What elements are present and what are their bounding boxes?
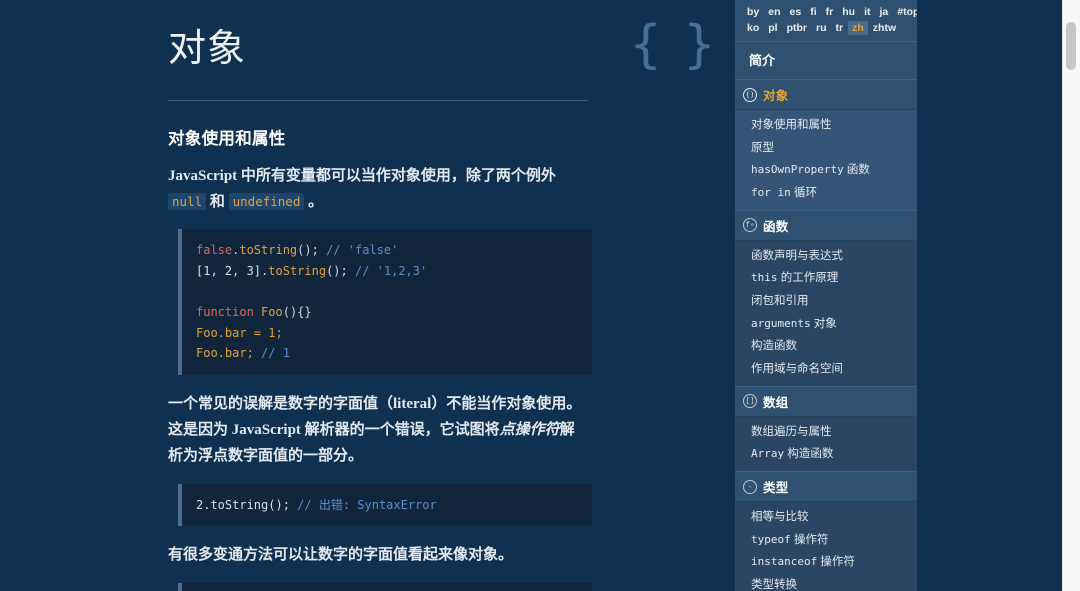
sidebar-item-code-token: Array (751, 447, 784, 460)
code1-l2-comment: // '1,2,3' (355, 264, 427, 278)
sidebar-item-group-1: 函数声明与表达式this 的工作原理闭包和引用arguments 对象构造函数作… (735, 241, 917, 386)
language-link-ko[interactable]: ko (743, 21, 763, 35)
browser-scrollbar[interactable] (1062, 0, 1080, 591)
language-link-fr[interactable]: fr (822, 5, 838, 19)
paragraph-workarounds: 有很多变通方法可以让数字的字面值看起来像对象。 (168, 542, 586, 568)
sidebar-section-label-0: 对象 (763, 85, 788, 104)
language-link-ja[interactable]: ja (875, 5, 892, 19)
language-link-zhtw[interactable]: zhtw (869, 21, 900, 35)
language-nav: byenesfifrhuitja#top koplptbrrutrzhzhtw (735, 0, 917, 41)
language-link-fi[interactable]: fi (806, 5, 820, 19)
sidebar-item-code-token: instanceof (751, 555, 817, 568)
language-link-zh[interactable]: zh (848, 21, 868, 35)
sidebar-item-1-1[interactable]: this 的工作原理 (735, 267, 917, 290)
sidebar-section-label-2: 数组 (763, 392, 788, 411)
paragraph-literal-misconception: 一个常见的误解是数字的字面值（literal）不能当作对象使用。这是因为 Jav… (168, 391, 586, 470)
sidebar-intro-label: 简介 (749, 53, 775, 68)
page-root: { } 对象 对象使用和属性 JavaScript 中所有变量都可以当作对象使用… (0, 0, 1080, 591)
language-link-by[interactable]: by (743, 5, 763, 19)
code1-l1-call: (); (297, 243, 319, 257)
code1-l5: Foo.bar = 1; (196, 326, 283, 340)
code1-l2-method: toString (268, 264, 326, 278)
article: 对象 对象使用和属性 JavaScript 中所有变量都可以当作对象使用，除了两… (0, 0, 735, 591)
sidebar-item-code-token: for in (751, 186, 791, 199)
sidebar-item-code-token: typeof (751, 533, 791, 546)
language-link-en[interactable]: en (764, 5, 784, 19)
sidebar-item-1-3[interactable]: arguments 对象 (735, 313, 917, 336)
language-link-ptbr[interactable]: ptbr (783, 21, 811, 35)
language-link-it[interactable]: it (860, 5, 874, 19)
language-row-2: koplptbrrutrzhzhtw (743, 21, 910, 35)
language-link-pl[interactable]: pl (764, 21, 781, 35)
code1-l4-keyword: function (196, 305, 254, 319)
sidebar-item-3-2[interactable]: instanceof 操作符 (735, 551, 917, 574)
code-block-2: 2.toString(); // 出错: SyntaxError (178, 484, 592, 527)
sidebar-item-0-0[interactable]: 对象使用和属性 (735, 114, 917, 137)
para-text-a: JavaScript 中所有变量都可以当作对象使用，除了两个例外 (168, 168, 556, 184)
page-title: 对象 (168, 28, 735, 72)
code1-l6-comment: // 1 (261, 346, 290, 360)
sidebar-sections: ()对象对象使用和属性原型hasOwnProperty 函数for in 循环f… (735, 79, 917, 591)
sidebar-section-header-0[interactable]: () 对象 (735, 79, 917, 110)
sidebar-item-1-4[interactable]: 构造函数 (735, 335, 917, 358)
sidebar-intro[interactable]: 简介 (735, 41, 917, 79)
sidebar-section-header-1[interactable]: f∘ 函数 (735, 210, 917, 241)
inline-code-undefined: undefined (229, 193, 305, 210)
code2-comment: // 出错: SyntaxError (297, 498, 437, 512)
sidebar-item-code-token: this (751, 271, 778, 284)
paragraph-intro: JavaScript 中所有变量都可以当作对象使用，除了两个例外 null 和 … (168, 163, 586, 216)
sidebar-section-label-1: 函数 (763, 216, 788, 235)
code1-l1-method: toString (239, 243, 297, 257)
sidebar-item-0-2[interactable]: hasOwnProperty 函数 (735, 159, 917, 182)
code1-l1-comment: // 'false' (326, 243, 398, 257)
language-link-hu[interactable]: hu (838, 5, 859, 19)
type-icon: - (743, 480, 757, 494)
sidebar-item-code-token: arguments (751, 317, 811, 330)
code1-l1-keyword: false (196, 243, 232, 257)
sidebar-item-3-1[interactable]: typeof 操作符 (735, 529, 917, 552)
code-block-3: 2..toString(); // 第二个点号可以正常解析 2 .toStrin… (178, 583, 592, 591)
para-text-c: 。 (304, 194, 323, 210)
sidebar-item-2-1[interactable]: Array 构造函数 (735, 443, 917, 466)
sidebar-item-1-2[interactable]: 闭包和引用 (735, 290, 917, 313)
code1-l2-call: (); (326, 264, 348, 278)
sidebar-item-group-2: 数组遍历与属性Array 构造函数 (735, 417, 917, 471)
sidebar-item-0-3[interactable]: for in 循环 (735, 182, 917, 205)
sidebar-item-3-3[interactable]: 类型转换 (735, 574, 917, 591)
code1-l6-expr: Foo.bar; (196, 346, 261, 360)
code-block-1: false.toString(); // 'false' [1, 2, 3].t… (178, 229, 592, 375)
language-link-ru[interactable]: ru (812, 21, 831, 35)
back-to-top-link[interactable]: #top (893, 5, 917, 19)
para2-emphasis: 点操作符 (500, 422, 560, 438)
sidebar-item-code-token: hasOwnProperty (751, 163, 844, 176)
para-text-b: 和 (206, 194, 229, 210)
inline-code-null: null (168, 193, 206, 210)
language-row-1: byenesfifrhuitja#top (743, 5, 910, 19)
sidebar-item-0-1[interactable]: 原型 (735, 137, 917, 160)
scrollbar-thumb[interactable] (1066, 22, 1076, 70)
sidebar-item-1-0[interactable]: 函数声明与表达式 (735, 245, 917, 268)
sidebar-item-3-0[interactable]: 相等与比较 (735, 506, 917, 529)
sidebar-section-label-3: 类型 (763, 477, 788, 496)
language-link-tr[interactable]: tr (832, 21, 848, 35)
section-heading-object-usage: 对象使用和属性 (168, 125, 735, 149)
array-icon: [] (743, 394, 757, 408)
content-column: { } 对象 对象使用和属性 JavaScript 中所有变量都可以当作对象使用… (0, 0, 735, 591)
sidebar-item-2-0[interactable]: 数组遍历与属性 (735, 421, 917, 444)
code1-l4-rest: (){} (283, 305, 312, 319)
title-divider (168, 100, 588, 101)
code1-l4-name: Foo (261, 305, 283, 319)
sidebar-item-group-3: 相等与比较typeof 操作符instanceof 操作符类型转换 (735, 502, 917, 591)
sidebar-section-header-3[interactable]: -类型 (735, 471, 917, 502)
code2-expr: 2.toString(); (196, 498, 297, 512)
sidebar-section-header-2[interactable]: [] 数组 (735, 386, 917, 417)
sidebar-item-group-0: 对象使用和属性原型hasOwnProperty 函数for in 循环 (735, 110, 917, 210)
code1-l2-array: [1, 2, 3] (196, 264, 261, 278)
language-link-es[interactable]: es (786, 5, 806, 19)
sidebar: byenesfifrhuitja#top koplptbrrutrzhzhtw … (735, 0, 917, 591)
object-icon: () (743, 88, 757, 102)
function-icon: f∘ (743, 218, 757, 232)
sidebar-item-1-5[interactable]: 作用域与命名空间 (735, 358, 917, 381)
